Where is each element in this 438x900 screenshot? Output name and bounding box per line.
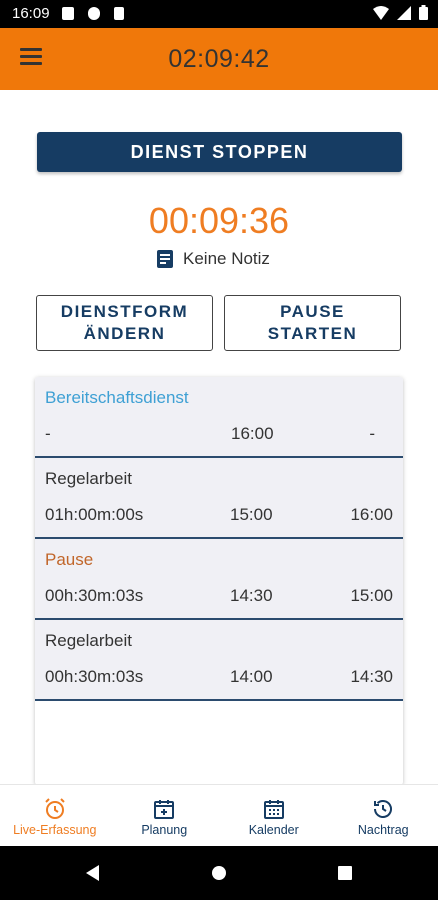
live-timer: 00:09:36 bbox=[148, 200, 290, 241]
notification-icon bbox=[62, 7, 74, 20]
nav-kalender[interactable]: Kalender bbox=[219, 785, 329, 847]
entry-end-time: 16:00 bbox=[350, 505, 393, 524]
time-entries-list: Bereitschaftsdienst - 16:00 - Regelarbei… bbox=[35, 377, 403, 785]
nav-nachtrag[interactable]: Nachtrag bbox=[329, 785, 438, 847]
entry-type: Pause bbox=[45, 550, 94, 569]
nav-label: Kalender bbox=[248, 823, 299, 837]
nav-label: Live-Erfassung bbox=[13, 823, 97, 837]
list-item[interactable]: Pause 00h:30m:03s 14:30 15:00 bbox=[35, 539, 403, 620]
signal-icon bbox=[397, 5, 411, 20]
note-row[interactable]: Keine Notiz bbox=[157, 247, 270, 271]
note-text: Keine Notiz bbox=[183, 249, 270, 268]
notification-icon bbox=[88, 7, 100, 20]
nav-live-erfassung[interactable]: Live-Erfassung bbox=[0, 785, 110, 847]
overview-icon[interactable] bbox=[337, 865, 353, 881]
home-icon[interactable] bbox=[211, 865, 227, 881]
entry-end-time: - bbox=[369, 424, 375, 443]
entry-duration: 00h:30m:03s bbox=[45, 667, 144, 686]
history-icon bbox=[374, 800, 393, 818]
start-pause-label-line1: PAUSE bbox=[280, 302, 345, 321]
nav-label: Nachtrag bbox=[357, 823, 409, 837]
wifi-icon bbox=[373, 5, 389, 20]
start-pause-button[interactable]: PAUSE STARTEN bbox=[224, 295, 401, 351]
calendar-plus-icon bbox=[154, 800, 175, 819]
list-item[interactable]: Regelarbeit 01h:00m:00s 15:00 16:00 bbox=[35, 458, 403, 539]
note-icon bbox=[157, 250, 173, 268]
entry-end-time: 15:00 bbox=[350, 586, 393, 605]
status-bar: 16:09 bbox=[0, 0, 438, 28]
list-item[interactable]: Bereitschaftsdienst - 16:00 - bbox=[35, 377, 403, 458]
change-service-type-label-line1: DIENSTFORM bbox=[60, 302, 189, 321]
entry-start-time: 15:00 bbox=[230, 505, 273, 524]
calendar-icon bbox=[263, 800, 284, 819]
entry-duration: 01h:00m:00s bbox=[45, 505, 144, 524]
app-bar-elapsed-time: 02:09:42 bbox=[168, 45, 270, 73]
entry-start-time: 16:00 bbox=[231, 424, 274, 443]
entry-duration: - bbox=[45, 424, 51, 443]
stop-service-button[interactable]: DIENST STOPPEN bbox=[37, 132, 402, 172]
entry-start-time: 14:30 bbox=[230, 586, 273, 605]
change-service-type-button[interactable]: DIENSTFORM ÄNDERN bbox=[36, 295, 213, 351]
entry-type: Bereitschaftsdienst bbox=[45, 388, 189, 407]
entry-type: Regelarbeit bbox=[45, 631, 132, 650]
entry-duration: 00h:30m:03s bbox=[45, 586, 144, 605]
list-item[interactable]: Regelarbeit 00h:30m:03s 14:00 14:30 bbox=[35, 620, 403, 701]
status-time: 16:09 bbox=[12, 5, 50, 22]
sd-card-icon bbox=[114, 7, 124, 20]
back-icon[interactable] bbox=[84, 864, 100, 882]
system-navigation-bar bbox=[0, 846, 438, 900]
app-bar: 02:09:42 bbox=[0, 28, 438, 90]
battery-icon bbox=[419, 5, 428, 20]
start-pause-label-line2: STARTEN bbox=[267, 324, 358, 343]
nav-planung[interactable]: Planung bbox=[110, 785, 220, 847]
nav-label: Planung bbox=[141, 823, 188, 837]
bottom-navigation: Live-Erfassung Planung Kalender Nachtrag bbox=[0, 784, 438, 847]
alarm-clock-icon bbox=[45, 798, 65, 819]
entry-start-time: 14:00 bbox=[230, 667, 273, 686]
entry-end-time: 14:30 bbox=[350, 667, 393, 686]
change-service-type-label-line2: ÄNDERN bbox=[83, 324, 166, 343]
entry-type: Regelarbeit bbox=[45, 469, 132, 488]
